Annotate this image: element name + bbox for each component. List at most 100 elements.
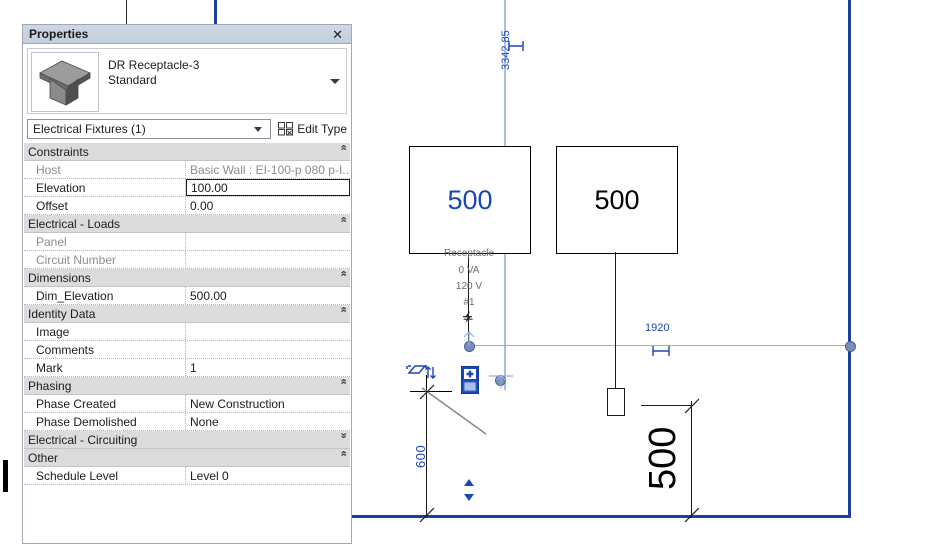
property-group-header[interactable]: Electrical - Loads « xyxy=(24,215,350,233)
drag-grip-right[interactable] xyxy=(845,341,856,352)
chevron-up-icon[interactable]: « xyxy=(337,270,349,284)
property-value-input[interactable]: 100.00 xyxy=(186,179,350,196)
property-group-name: Dimensions xyxy=(28,270,91,285)
property-row[interactable]: Panel xyxy=(24,233,350,251)
tag-right-leader xyxy=(615,252,616,388)
edit-type-button[interactable]: Edit Type xyxy=(278,122,347,136)
chevron-up-icon[interactable]: « xyxy=(337,306,349,320)
property-value[interactable]: 1 xyxy=(186,359,350,376)
properties-palette[interactable]: Properties ✕ DR Receptacle-3 Standard El… xyxy=(22,24,352,544)
receptacle-symbol-right[interactable] xyxy=(607,388,625,416)
property-group-header[interactable]: Other « xyxy=(24,449,350,467)
tag-left-value: 500 xyxy=(447,184,493,215)
dimension-label-horizontal[interactable]: 1920 xyxy=(645,322,669,334)
property-name: Phase Created xyxy=(24,395,186,412)
property-row[interactable]: Offset 0.00 xyxy=(24,197,350,215)
tag-left-label-0: Receptacle xyxy=(443,248,495,259)
property-value[interactable] xyxy=(186,323,350,340)
flip-arrows-icon[interactable] xyxy=(461,478,477,502)
property-name: Image xyxy=(24,323,186,340)
property-name: Offset xyxy=(24,197,186,214)
property-value: Basic Wall : EI-100-p 080 p-I... xyxy=(190,162,350,177)
category-dropdown[interactable]: Electrical Fixtures (1) xyxy=(27,119,272,139)
window-edge-marker xyxy=(3,460,8,492)
property-value[interactable]: New Construction xyxy=(186,395,350,412)
property-group-header[interactable]: Phasing « xyxy=(24,377,350,395)
property-group-name: Phasing xyxy=(28,378,72,393)
snap-marker-icon xyxy=(489,375,513,388)
property-row[interactable]: Phase Created New Construction xyxy=(24,395,350,413)
category-label: Electrical Fixtures (1) xyxy=(33,122,146,136)
property-name: Panel xyxy=(24,233,186,250)
category-row: Electrical Fixtures (1) Edit Type xyxy=(27,118,347,140)
property-grid-empty-area xyxy=(24,485,350,509)
page-title: Properties xyxy=(29,27,89,41)
property-name: Host xyxy=(24,161,186,178)
property-row[interactable]: Circuit Number xyxy=(24,251,350,269)
property-group-header[interactable]: Identity Data « xyxy=(24,305,350,323)
dimension-label-600[interactable]: 600 xyxy=(413,445,428,468)
property-value[interactable] xyxy=(186,341,350,358)
dimension-witness-icon-horizontal[interactable] xyxy=(650,344,672,358)
properties-grid[interactable]: Constraints « Host Basic Wall : EI-100-p 08… xyxy=(24,143,350,542)
chevron-down-icon[interactable] xyxy=(254,126,263,132)
property-name: Phase Demolished xyxy=(24,413,186,430)
tag-box-left[interactable]: 500 xyxy=(409,146,531,254)
property-value[interactable]: Level 0 xyxy=(186,467,350,484)
type-name: Standard xyxy=(108,73,157,87)
properties-title-bar: Properties ✕ xyxy=(23,25,351,44)
property-row[interactable]: Elevation 100.00 xyxy=(24,179,350,197)
property-row[interactable]: Mark 1 xyxy=(24,359,350,377)
property-group-name: Constraints xyxy=(28,144,89,159)
tag-left-label-1: 0 VA xyxy=(458,265,480,276)
property-row[interactable]: Image xyxy=(24,323,350,341)
reference-line-black-top xyxy=(126,0,127,24)
tag-right-value: 500 xyxy=(594,184,640,215)
property-row[interactable]: Schedule Level Level 0 xyxy=(24,467,350,485)
selected-wall-line-top[interactable] xyxy=(214,0,217,24)
property-group-header[interactable]: Electrical - Circuiting » xyxy=(24,431,350,449)
property-row[interactable]: Dim_Elevation 500.00 xyxy=(24,287,350,305)
type-selector[interactable]: DR Receptacle-3 Standard xyxy=(27,48,347,114)
property-name: Mark xyxy=(24,359,186,376)
tag-left-label-2: 120 V xyxy=(455,281,483,292)
property-row[interactable]: Host Basic Wall : EI-100-p 080 p-I... xyxy=(24,161,350,179)
property-row[interactable]: Phase Demolished None xyxy=(24,413,350,431)
type-labels: DR Receptacle-3 Standard xyxy=(108,58,330,88)
tag-box-right[interactable]: 500 xyxy=(556,146,678,254)
dimension-tick-bottom-left xyxy=(419,508,435,523)
chevron-down-icon[interactable] xyxy=(330,78,340,84)
property-value[interactable]: None xyxy=(186,413,350,430)
dimension-label-500[interactable]: 500 xyxy=(642,427,684,490)
model-boundary-right[interactable] xyxy=(848,0,851,517)
property-row[interactable]: Comments xyxy=(24,341,350,359)
electrical-connector-icon xyxy=(463,311,473,323)
dimension-tick-bottom-right xyxy=(684,508,700,523)
property-name: Comments xyxy=(24,341,186,358)
edit-type-icon xyxy=(278,122,294,136)
property-group-name: Electrical - Loads xyxy=(28,216,121,231)
property-group-name: Identity Data xyxy=(28,306,96,321)
chevron-up-icon[interactable]: « xyxy=(337,450,349,464)
property-name: Schedule Level xyxy=(24,467,186,484)
chevron-down-icon[interactable]: » xyxy=(337,432,349,446)
property-name: Elevation xyxy=(24,179,186,196)
chevron-up-icon[interactable]: « xyxy=(337,378,349,392)
property-value xyxy=(186,233,350,250)
family-name: DR Receptacle-3 xyxy=(108,58,200,72)
snap-marker-icon-upper xyxy=(463,331,475,346)
property-group-header[interactable]: Constraints « xyxy=(24,143,350,161)
property-value[interactable]: 500.00 xyxy=(186,287,350,304)
chevron-up-icon[interactable]: « xyxy=(337,216,349,230)
property-group-name: Electrical - Circuiting xyxy=(28,432,138,447)
dimension-witness-icon-top[interactable] xyxy=(507,40,525,52)
receptacle-3d-preview-icon xyxy=(31,52,99,112)
edit-type-label: Edit Type xyxy=(297,122,347,136)
property-group-name: Other xyxy=(28,450,59,465)
close-icon[interactable]: ✕ xyxy=(330,28,345,41)
property-group-header[interactable]: Dimensions « xyxy=(24,269,350,287)
property-name: Circuit Number xyxy=(24,251,186,268)
property-value[interactable]: 0.00 xyxy=(186,197,350,214)
dimension-extension-right xyxy=(691,401,692,517)
chevron-up-icon[interactable]: « xyxy=(337,144,349,158)
